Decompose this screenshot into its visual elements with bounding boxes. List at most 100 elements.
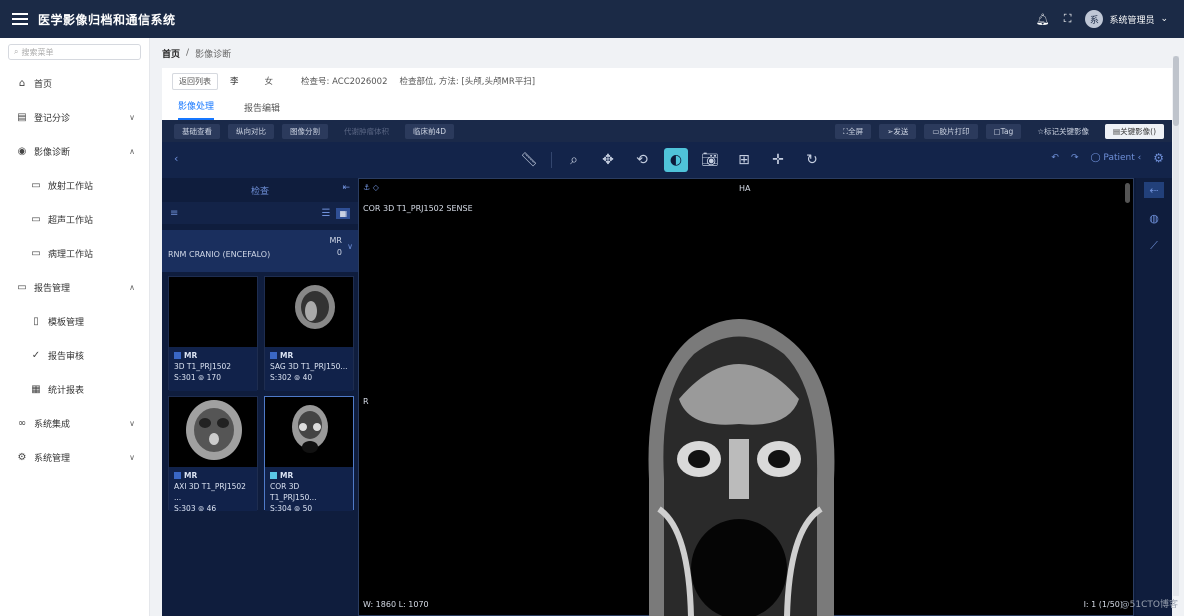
collapse-panel-icon[interactable]: ⇤ <box>342 183 350 193</box>
fullscreen-button[interactable]: ⛶全屏 <box>834 123 872 139</box>
film-print-button[interactable]: ▭ 胶片打印 <box>924 123 978 139</box>
panel-header: 检查 ⇤ <box>162 178 358 202</box>
chevron-down-icon: ∨ <box>129 452 135 462</box>
monitor-icon: ▭ <box>31 213 41 225</box>
study-item[interactable]: RNM CRANIO (ENCEFALO) MR 0 ∨ <box>162 230 358 272</box>
key-images-button[interactable]: ▤ 关键影像() <box>1105 123 1164 139</box>
folder-icon: ▭ <box>17 281 27 293</box>
layout-icon[interactable]: ⊞ <box>732 148 756 172</box>
sidebar-item-statistics[interactable]: ▦ 统计报表 <box>0 372 149 406</box>
series-name: SAG 3D T1_PRJ150... <box>270 362 348 371</box>
menu-toggle-icon[interactable] <box>12 13 28 25</box>
study-modality: MR <box>329 236 342 245</box>
collapse-left-icon[interactable]: ‹ <box>174 152 178 165</box>
sidebar-item-templates[interactable]: ▯ 模板管理 <box>0 304 149 338</box>
compass-icon[interactable]: ◍ <box>1144 210 1164 226</box>
series-name: COR 3D T1_PRJ150... <box>270 482 317 502</box>
list-view-icon[interactable]: ☰ <box>321 208 330 219</box>
main-content: 首页 / 影像诊断 返回列表 李 女 检查号: ACC2026002 检查部位,… <box>150 38 1184 616</box>
sidebar-item-pathology[interactable]: ▭ 病理工作站 <box>0 236 149 270</box>
sidebar-item-ultrasound[interactable]: ▭ 超声工作站 <box>0 202 149 236</box>
series-meta: S:302 ⊚ 40 <box>270 373 313 382</box>
back-to-list-button[interactable]: 返回列表 <box>172 72 218 90</box>
basic-view-button[interactable]: 基础查看 <box>174 123 220 139</box>
series-meta: S:303 ⊚ 46 <box>174 504 217 513</box>
pan-icon[interactable]: ✥ <box>596 148 620 172</box>
sidebar-item-radiology[interactable]: ▭ 放射工作站 <box>0 168 149 202</box>
modality-marker <box>174 472 181 479</box>
chart-icon: ▦ <box>31 383 41 395</box>
chevron-down-icon[interactable]: ∨ <box>347 242 353 251</box>
series-name: AXI 3D T1_PRJ1502 ... <box>174 482 246 502</box>
user-menu[interactable]: 系 系统管理员 ⌄ <box>1085 10 1168 28</box>
document-icon: ▤ <box>1113 126 1121 136</box>
study-count: 0 <box>336 248 342 257</box>
gear-icon: ⚙ <box>17 451 27 463</box>
series-name: 3D T1_PRJ1502 <box>174 362 232 371</box>
patient-toggle[interactable]: ◯ Patient ‹ <box>1090 153 1141 163</box>
axial-head-image <box>186 400 242 460</box>
series-panel: 检查 ⇤ ≡ ☰ ▦ RNM CRANIO (ENCEFALO) MR 0 ∨ … <box>162 178 358 616</box>
chevron-up-icon: ∧ <box>129 146 135 156</box>
tag-button[interactable]: ▢ Tag <box>985 123 1022 139</box>
filter-icon[interactable]: ≡ <box>170 208 178 219</box>
bell-icon[interactable]: 🔔︎ <box>1036 13 1050 26</box>
crosshair-icon[interactable]: ✛ <box>766 148 790 172</box>
chevron-down-icon: ⌄ <box>1160 14 1168 24</box>
redo-icon[interactable]: ↷ <box>1071 153 1079 163</box>
image-segmentation-button[interactable]: 图像分割 <box>282 123 328 139</box>
window-level-icon[interactable]: ◐ <box>664 148 688 172</box>
modality-marker <box>270 352 277 359</box>
sidebar-item-integration[interactable]: ∞ 系统集成 ∨ <box>0 406 149 440</box>
series-thumbnail[interactable]: MR 3D T1_PRJ1502 S:301 ⊚ 170 <box>168 276 258 391</box>
user-name: 系统管理员 <box>1109 15 1155 26</box>
modality-marker <box>270 472 277 479</box>
series-thumbnail[interactable]: MR AXI 3D T1_PRJ1502 ... S:303 ⊚ 46 <box>168 396 258 513</box>
tab-image-processing[interactable]: 影像处理 <box>178 99 215 120</box>
longitudinal-compare-button[interactable]: 纵向对比 <box>228 123 274 139</box>
sidebar-item-system[interactable]: ⚙ 系统管理 ∨ <box>0 440 149 474</box>
series-thumbnail[interactable]: MR SAG 3D T1_PRJ150... S:302 ⊚ 40 <box>264 276 354 391</box>
study-description: RNM CRANIO (ENCEFALO) <box>168 250 271 259</box>
zoom-icon[interactable]: ⌕ <box>562 148 586 172</box>
coronal-head-image <box>292 405 328 453</box>
preclinical-4d-button[interactable]: 临床前4D <box>405 123 455 139</box>
monitor-icon: ▭ <box>31 247 41 259</box>
link-icon: ∞ <box>17 417 27 429</box>
undo-icon[interactable]: ↶ <box>1051 153 1059 163</box>
grid-view-icon[interactable]: ▦ <box>336 207 350 219</box>
patient-name: 李 <box>230 77 239 87</box>
sidebar-item-reports[interactable]: ▭ 报告管理 ∧ <box>0 270 149 304</box>
breadcrumb-current: 影像诊断 <box>195 49 232 60</box>
mark-key-image-button[interactable]: ☆标记关键影像 <box>1029 124 1097 139</box>
mode-toolbar: 基础查看 纵向对比 图像分割 代谢肿瘤体积 临床前4D ⛶全屏 ➢ 发送 ▭ 胶片打… <box>162 120 1172 142</box>
check-icon: ✓ <box>31 349 41 361</box>
panel-tools: ≡ ☰ ▦ <box>162 202 358 224</box>
ruler-icon[interactable]: 📏︎ <box>517 148 541 172</box>
settings-icon[interactable]: ⚙ <box>1153 151 1164 165</box>
sidebar-item-diagnosis[interactable]: ◉ 影像诊断 ∧ <box>0 134 149 168</box>
separator <box>551 152 552 168</box>
fullscreen-icon[interactable]: ⛶ <box>1064 12 1072 26</box>
sidebar: ⌕ 搜索菜单 ⌂ 首页 ▤ 登记分诊 ∨ ◉ 影像诊断 ∧ ▭ 放射工作站 ▭ 超声工作站 ▭… <box>0 38 150 616</box>
series-meta: S:301 ⊚ 170 <box>174 373 221 382</box>
sidebar-item-report-review[interactable]: ✓ 报告审核 <box>0 338 149 372</box>
sidebar-item-home[interactable]: ⌂ 首页 <box>0 66 149 100</box>
dicom-viewport[interactable]: ⚓ ◇ HA COR 3D T1_PRJ1502 SENSE R W: 1860… <box>358 178 1134 616</box>
menu-search-input[interactable]: ⌕ 搜索菜单 <box>8 44 141 60</box>
metabolic-tumor-volume-button[interactable]: 代谢肿瘤体积 <box>336 124 397 139</box>
camera-icon[interactable]: 📷︎ <box>698 148 722 172</box>
rotate-icon[interactable]: ⟲ <box>630 148 654 172</box>
send-button[interactable]: ➢ 发送 <box>879 123 917 139</box>
chevron-down-icon: ∨ <box>129 112 135 122</box>
expand-panel-icon[interactable]: ⇠ <box>1144 182 1164 198</box>
viewport-scrollbar[interactable] <box>1125 183 1130 203</box>
app-title: 医学影像归档和通信系统 <box>38 12 176 27</box>
breadcrumb-home[interactable]: 首页 <box>162 47 180 60</box>
series-thumbnail[interactable]: MR COR 3D T1_PRJ150... S:304 ⊚ 50 <box>264 396 354 513</box>
tab-report-editing[interactable]: 报告编辑 <box>244 101 280 120</box>
line-measure-icon[interactable]: ⟋ <box>1144 238 1164 254</box>
sidebar-item-registration[interactable]: ▤ 登记分诊 ∨ <box>0 100 149 134</box>
page-scrollbar[interactable] <box>1173 56 1179 596</box>
reset-icon[interactable]: ↻ <box>800 148 824 172</box>
